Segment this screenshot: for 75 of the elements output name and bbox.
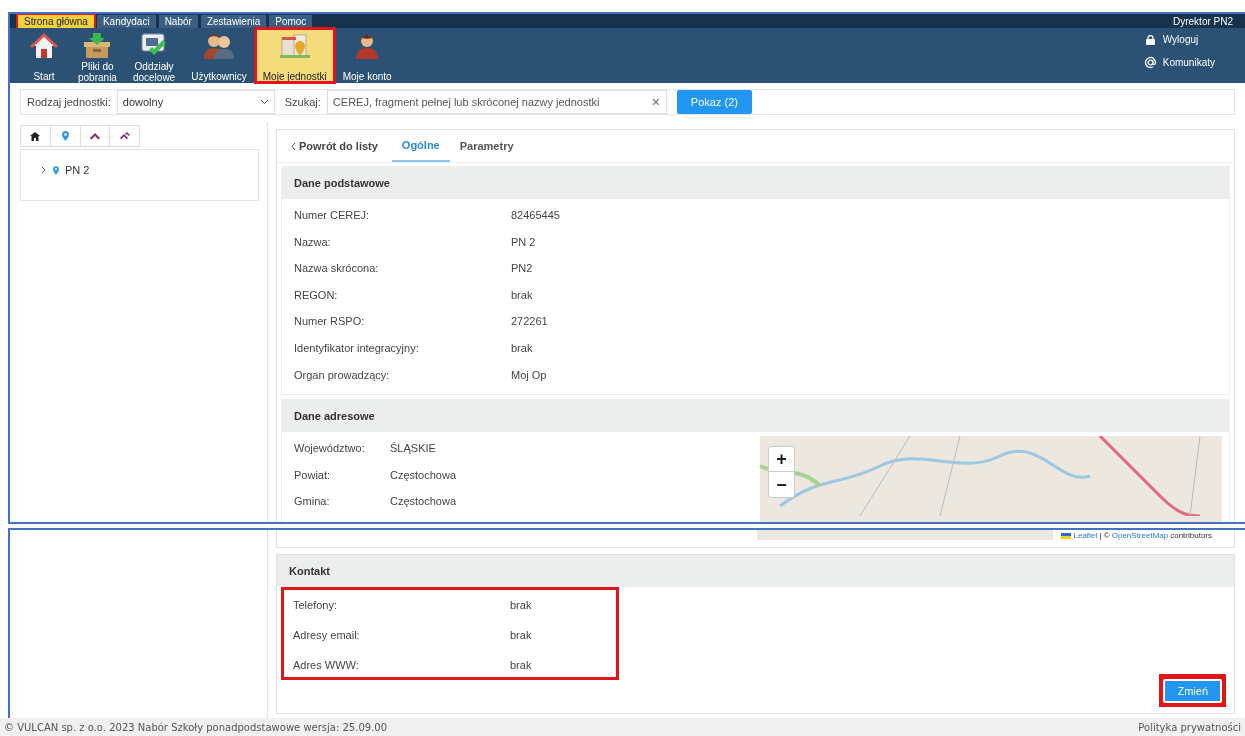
back-link[interactable]: Powrót do listy (289, 130, 380, 162)
at-sign-icon (1144, 56, 1158, 69)
double-roof-icon (119, 132, 130, 140)
field-value: 82465445 (511, 208, 560, 224)
field-label: Telefony: (293, 597, 339, 613)
menu-tab[interactable]: Strona główna (18, 15, 94, 28)
field-label: Adresy email: (293, 627, 361, 643)
field-label: Numer CEREJ: (294, 208, 371, 224)
field-label: Nazwa skrócona: (294, 261, 380, 277)
pin-icon (53, 165, 59, 175)
chevron-down-icon (259, 99, 269, 105)
leaflet-link[interactable]: Leaflet (1073, 530, 1098, 542)
section-title: Dane podstawowe (294, 175, 390, 191)
zoom-in-button[interactable]: + (769, 447, 794, 473)
field-value: brak (510, 657, 532, 673)
field-value: ŚLĄSKIE (390, 441, 436, 457)
field-value: 272261 (511, 314, 548, 330)
field-label: Województwo: (294, 441, 366, 457)
field-value: PN2 (511, 261, 533, 277)
user-link[interactable]: Wyloguj (1143, 32, 1199, 47)
field-label: Numer RSPO: (294, 314, 366, 330)
openstreetmap-link[interactable]: OpenStreetMap (1111, 530, 1169, 542)
unit-type-dropdown[interactable]: dowolny (116, 90, 275, 114)
field-label: Adres WWW: (293, 657, 360, 673)
toolbar-button[interactable]: Oddziały docelowe (124, 28, 184, 83)
attribution-text: contributors (1170, 530, 1212, 542)
flag-icon (1061, 533, 1072, 539)
menu-tab[interactable]: Kandydaci (96, 15, 156, 28)
field-label: Rodzaj jednostki: (27, 94, 111, 110)
people-icon (203, 33, 234, 59)
field-value: brak (511, 287, 533, 303)
section-title: Dane adresowe (294, 408, 375, 424)
privacy-link[interactable]: Polityka prywatności (1138, 719, 1241, 735)
field-label: Organ prowadzący: (294, 367, 391, 383)
field-value: brak (511, 341, 533, 356)
section-title: Kontakt (289, 563, 330, 579)
menu-tab[interactable]: Zestawienia (200, 15, 267, 28)
field-label: Szukaj: (284, 94, 321, 110)
toolbar-button[interactable]: Moje jednostki (254, 28, 335, 83)
house-icon (30, 33, 58, 59)
search-field[interactable]: CEREJ, fragment pełnej lub skróconej nazwy jednostki × (326, 90, 667, 114)
field-value: Częstochowa (390, 467, 457, 483)
user-name: Dyrektor PN2 (1173, 14, 1234, 29)
home-icon (30, 131, 41, 141)
menu-tab[interactable]: Nabór (158, 15, 198, 28)
buildings-icon (279, 33, 310, 59)
zoom-out-button[interactable]: − (769, 472, 794, 498)
clear-button[interactable]: × (651, 95, 660, 109)
toolbar-button[interactable]: Start (18, 28, 70, 83)
field-label: Nazwa: (294, 234, 332, 250)
map-area[interactable]: + − (760, 436, 1222, 522)
field-label: REGON: (294, 287, 339, 303)
field-value: brak (510, 597, 532, 613)
user-link[interactable]: Komunikaty (1143, 55, 1215, 70)
copyright-text: © VULCAN sp. z o.o. 2023 Nabór Szkoły ponadpodstawowe wersja: 25.09.00 (4, 720, 388, 735)
field-label: Identyfikator integracyjny: (294, 341, 420, 356)
pin-icon (61, 131, 69, 141)
chevron-left-icon (291, 141, 296, 151)
detail-tab[interactable]: Ogólne (391, 130, 450, 162)
chevron-right-icon[interactable] (41, 166, 47, 175)
toolbar-button[interactable]: Pliki do pobrania (70, 28, 125, 83)
roof-icon (89, 132, 100, 140)
lock-icon (1146, 34, 1156, 45)
box-icon (83, 33, 112, 59)
toolbar-button[interactable]: Moje konto (334, 28, 400, 83)
tree-item[interactable]: PN 2 (41, 162, 90, 179)
field-value: Moj Op (511, 367, 547, 383)
field-label: Gmina: (294, 494, 331, 510)
field-value: brak (510, 627, 532, 643)
field-value: Częstochowa (390, 494, 457, 510)
detail-tab[interactable]: Parametry (449, 130, 524, 162)
attribution-text: | © (1099, 530, 1110, 542)
field-label: Powiat: (294, 467, 332, 483)
field-value: PN 2 (511, 234, 536, 250)
toolbar-button[interactable]: Użytkownicy (183, 28, 255, 83)
